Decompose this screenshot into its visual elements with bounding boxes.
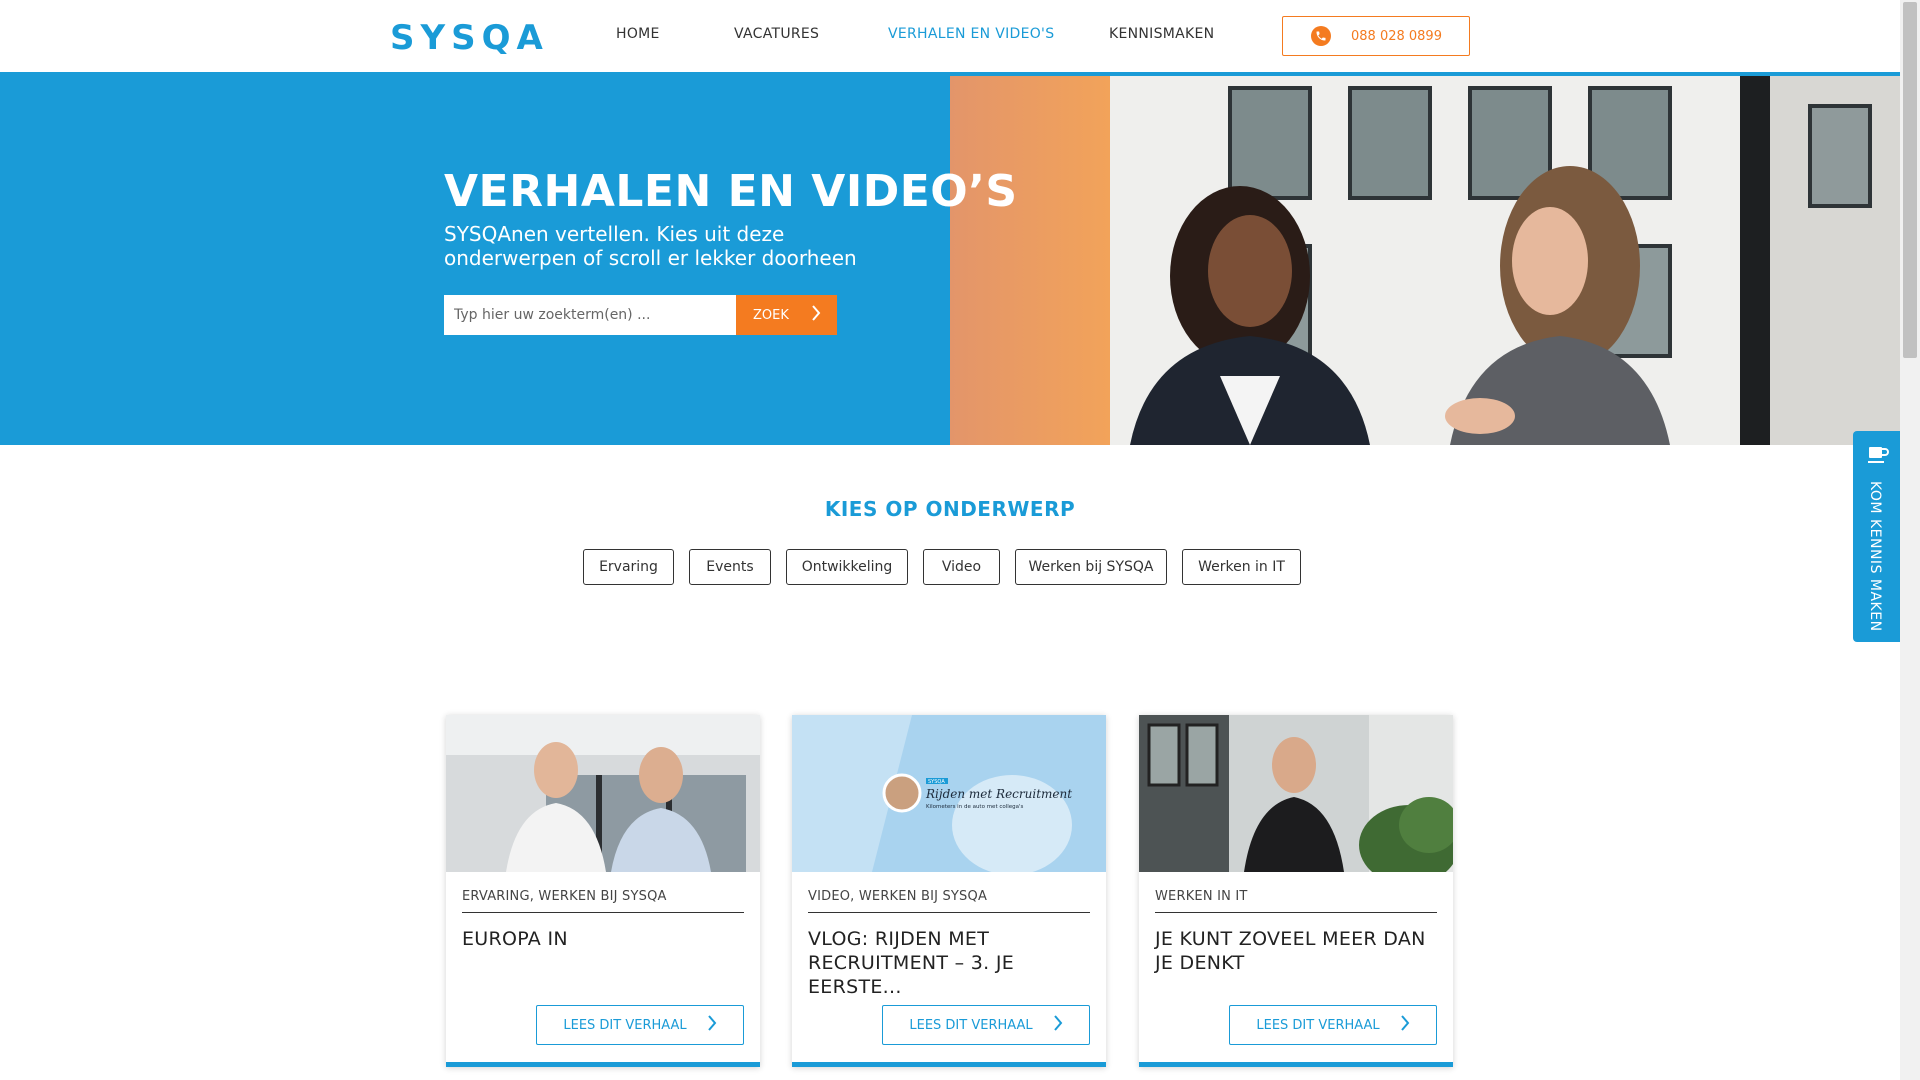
story-card-title: JE KUNT ZOVEEL MEER DAN JE DENKT bbox=[1155, 928, 1426, 974]
topic-events[interactable]: Events bbox=[689, 549, 771, 585]
story-card-category: WERKEN IN IT bbox=[1155, 889, 1437, 913]
kom-kennis-maken-tab[interactable]: KOM KENNIS MAKEN bbox=[1853, 431, 1900, 642]
chevron-right-icon bbox=[1400, 1015, 1410, 1035]
topic-werken-bij-sysqa[interactable]: Werken bij SYSQA bbox=[1015, 549, 1167, 585]
topic-video[interactable]: Video bbox=[923, 549, 1000, 585]
read-story-button-label: LEES DIT VERHAAL bbox=[563, 1017, 687, 1033]
card-accent-bar bbox=[1139, 1062, 1453, 1067]
topics-title: KIES OP ONDERWERP bbox=[824, 497, 1076, 521]
vlog-tagline-text: Kilometers in de auto met collega's bbox=[926, 804, 1024, 810]
read-story-button[interactable]: LEES DIT VERHAAL bbox=[882, 1005, 1090, 1045]
search-button[interactable]: ZOEK bbox=[736, 295, 837, 335]
chevron-right-icon bbox=[707, 1015, 717, 1035]
phone-button[interactable]: 088 028 0899 bbox=[1282, 16, 1470, 56]
story-card[interactable]: ERVARING, WERKEN BIJ SYSQA EUROPA IN LEE… bbox=[446, 715, 760, 1067]
story-card[interactable]: SYSQA Rijden met Recruitment Kilometers … bbox=[792, 715, 1106, 1067]
coffee-cup-icon bbox=[1867, 445, 1889, 469]
vlog-title-text: Rijden met Recruitment bbox=[925, 787, 1072, 801]
story-card-image bbox=[446, 715, 760, 872]
topic-ontwikkeling[interactable]: Ontwikkeling bbox=[786, 549, 908, 585]
read-story-button[interactable]: LEES DIT VERHAAL bbox=[536, 1005, 744, 1045]
hero-title: VERHALEN EN VIDEO’S bbox=[444, 166, 1018, 217]
card-accent-bar bbox=[446, 1062, 760, 1067]
story-card-image bbox=[1139, 715, 1453, 872]
topic-werken-in-it[interactable]: Werken in IT bbox=[1182, 549, 1301, 585]
search-input[interactable] bbox=[444, 295, 736, 335]
nav-vacatures[interactable]: VACATURES bbox=[734, 26, 819, 42]
read-story-button[interactable]: LEES DIT VERHAAL bbox=[1229, 1005, 1437, 1045]
story-card-category: VIDEO, WERKEN BIJ SYSQA bbox=[808, 889, 1090, 913]
chevron-right-icon bbox=[1053, 1015, 1063, 1035]
hero-photo bbox=[950, 76, 1900, 445]
nav-home[interactable]: HOME bbox=[616, 26, 660, 42]
nav-kennismaken[interactable]: KENNISMAKEN bbox=[1109, 26, 1214, 42]
hero-subtitle: SYSQAnen vertellen. Kies uit deze onderw… bbox=[444, 222, 857, 270]
sysqa-logo[interactable]: SYSQA bbox=[390, 18, 549, 58]
search-button-label: ZOEK bbox=[753, 307, 789, 323]
story-card[interactable]: WERKEN IN IT JE KUNT ZOVEEL MEER DAN JE … bbox=[1139, 715, 1453, 1067]
story-card-title: VLOG: RIJDEN MET RECRUITMENT – 3. JE EER… bbox=[808, 928, 1015, 998]
story-card-image: SYSQA Rijden met Recruitment Kilometers … bbox=[792, 715, 1106, 872]
phone-icon bbox=[1311, 26, 1331, 46]
phone-number: 088 028 0899 bbox=[1351, 28, 1442, 44]
vlog-badge-text: SYSQA bbox=[928, 779, 945, 785]
site-header: SYSQA HOME VACATURES VERHALEN EN VIDEO'S… bbox=[0, 0, 1900, 72]
card-accent-bar bbox=[792, 1062, 1106, 1067]
topic-ervaring[interactable]: Ervaring bbox=[583, 549, 674, 585]
nav-verhalen-en-videos[interactable]: VERHALEN EN VIDEO'S bbox=[888, 26, 1054, 42]
story-card-title: EUROPA IN bbox=[462, 928, 568, 950]
read-story-button-label: LEES DIT VERHAAL bbox=[1256, 1017, 1380, 1033]
read-story-button-label: LEES DIT VERHAAL bbox=[909, 1017, 1033, 1033]
scrollbar[interactable] bbox=[1900, 0, 1920, 1080]
side-tab-label: KOM KENNIS MAKEN bbox=[1867, 481, 1883, 632]
story-card-category: ERVARING, WERKEN BIJ SYSQA bbox=[462, 889, 744, 913]
chevron-right-icon bbox=[811, 305, 821, 325]
scrollbar-thumb[interactable] bbox=[1903, 2, 1917, 358]
